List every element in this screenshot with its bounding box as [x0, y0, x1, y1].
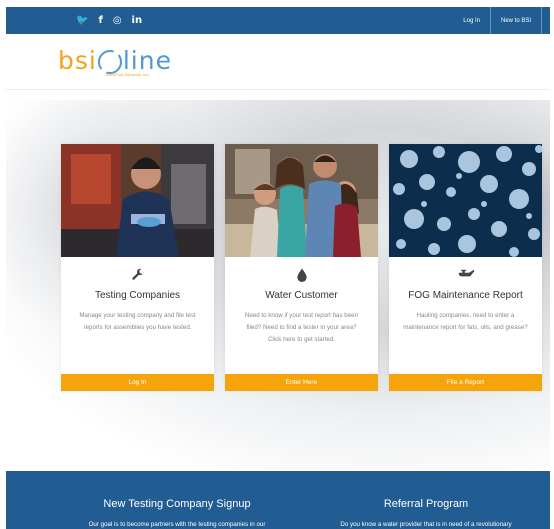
enter-here-button[interactable]: Enter Here: [225, 374, 378, 391]
social-links: 🐦 f ◎ in: [76, 7, 142, 34]
oil-bubbles-photo: [389, 144, 542, 257]
card-title: Testing Companies: [94, 290, 181, 301]
referral-text: Do you know a water provider that is in …: [340, 521, 512, 528]
facebook-icon[interactable]: f: [98, 15, 102, 26]
file-report-button[interactable]: File a Report: [389, 374, 542, 391]
card-description: Need to know if your test report has bee…: [244, 312, 359, 343]
twitter-icon[interactable]: 🐦: [76, 15, 88, 26]
bsi-online-logo[interactable]: bsi line BackFlow Solutions, Inc.: [58, 48, 172, 78]
logo-text-line: line: [122, 46, 172, 75]
footer-section: New Testing Company Signup Our goal is t…: [6, 471, 550, 529]
logo-text-bsi: bsi: [58, 46, 97, 75]
login-button[interactable]: Log In: [61, 374, 214, 391]
signup-heading: New Testing Company Signup: [103, 498, 251, 510]
logo-tagline: BackFlow Solutions, Inc.: [106, 72, 150, 77]
new-to-bsi-link[interactable]: New to BSI: [489, 7, 541, 34]
site-header: bsi line BackFlow Solutions, Inc.: [6, 34, 550, 90]
card-fog-maintenance: FOG Maintenance Report Hauling companies…: [389, 144, 542, 391]
logo-o-mark: [97, 50, 122, 74]
top-bar: 🐦 f ◎ in Log In New to BSI: [6, 7, 550, 34]
top-bar-divider: [541, 7, 550, 34]
card-title: FOG Maintenance Report: [408, 290, 523, 301]
signup-text: Our goal is to become partners with the …: [88, 521, 266, 528]
login-link[interactable]: Log In: [453, 7, 490, 34]
instagram-icon[interactable]: ◎: [113, 15, 122, 26]
referral-heading: Referral Program: [383, 498, 469, 510]
water-drop-icon: [225, 268, 378, 282]
card-description: Manage your testing company and file tes…: [79, 312, 196, 331]
wrench-icon: [61, 268, 214, 282]
card-title: Water Customer: [265, 290, 338, 301]
linkedin-icon[interactable]: in: [132, 15, 143, 26]
card-description: Hauling companies, need to enter a maint…: [403, 312, 528, 331]
technician-photo: [61, 144, 214, 257]
family-photo: [225, 144, 378, 257]
top-links: Log In New to BSI: [453, 7, 550, 34]
oil-can-icon: [389, 268, 542, 280]
card-testing-companies: Testing Companies Manage your testing co…: [61, 144, 214, 391]
card-water-customer: Water Customer Need to know if your test…: [225, 144, 378, 391]
